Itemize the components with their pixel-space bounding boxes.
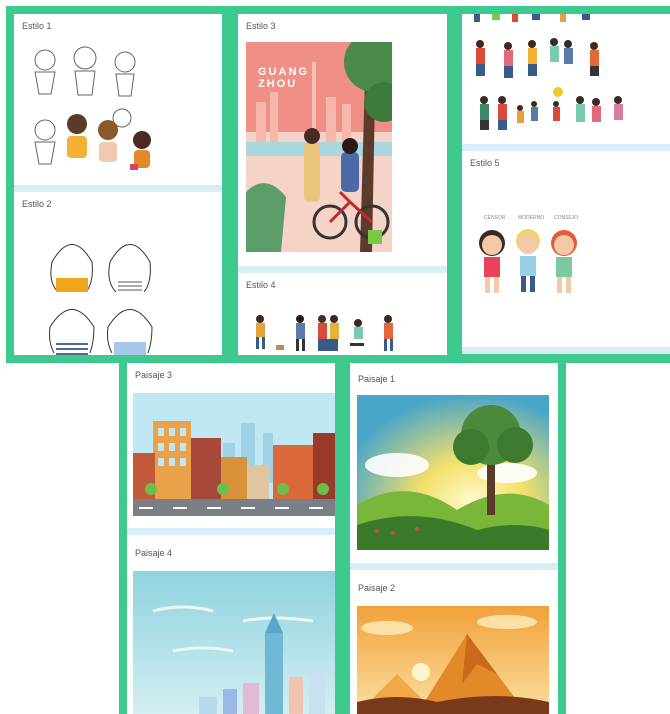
card-estilo-2[interactable]: Estilo 2 bbox=[14, 192, 222, 355]
character-name-3: CONSEJO bbox=[554, 215, 579, 221]
card-estilo-1[interactable]: Estilo 1 bbox=[14, 14, 222, 185]
card-paisaje-2[interactable]: Paisaje 2 bbox=[350, 570, 558, 714]
card-paisaje-3[interactable]: Paisaje 3 bbox=[127, 363, 335, 528]
character-name-2: MODERNO bbox=[518, 215, 545, 221]
card-label: Estilo 2 bbox=[22, 199, 52, 209]
card-paisaje-1[interactable]: Paisaje 1 bbox=[350, 363, 558, 563]
walking-people-illustration bbox=[256, 315, 393, 351]
sketch-characters-illustration bbox=[34, 46, 151, 170]
people-group-illustration bbox=[474, 14, 623, 130]
card-people-row[interactable] bbox=[462, 14, 670, 144]
card-estilo-5[interactable]: Estilo 5 CENSOR MODERNO CONSEJO bbox=[462, 151, 670, 347]
sunset-tree-landscape-illustration bbox=[357, 395, 549, 550]
divider bbox=[14, 185, 222, 192]
card-label: Paisaje 1 bbox=[358, 374, 396, 384]
character-name-1: CENSOR bbox=[484, 215, 506, 221]
card-label: Estilo 1 bbox=[22, 21, 52, 31]
card-label: Paisaje 2 bbox=[358, 583, 396, 593]
divider bbox=[462, 144, 670, 151]
card-estilo-4[interactable]: Estilo 4 bbox=[238, 273, 447, 355]
poster-city-title: GUANG ZHOU bbox=[258, 66, 309, 90]
card-label: Estilo 3 bbox=[246, 21, 276, 31]
orange-mountains-illustration bbox=[357, 606, 549, 714]
card-label: Estilo 4 bbox=[246, 280, 276, 290]
line-art-girls-illustration bbox=[49, 244, 153, 355]
divider bbox=[238, 266, 447, 273]
card-paisaje-4[interactable]: Paisaje 4 bbox=[127, 535, 335, 714]
card-label: Estilo 5 bbox=[470, 158, 500, 168]
divider bbox=[350, 563, 558, 570]
divider bbox=[462, 347, 670, 354]
city-street-illustration bbox=[133, 393, 335, 516]
cartoon-kids-illustration bbox=[479, 229, 577, 293]
skyline-illustration bbox=[133, 571, 335, 714]
card-label: Paisaje 4 bbox=[135, 548, 173, 558]
card-label: Paisaje 3 bbox=[135, 370, 173, 380]
divider bbox=[127, 528, 335, 535]
card-estilo-3[interactable]: Estilo 3 GUANG ZHOU bbox=[238, 14, 447, 266]
